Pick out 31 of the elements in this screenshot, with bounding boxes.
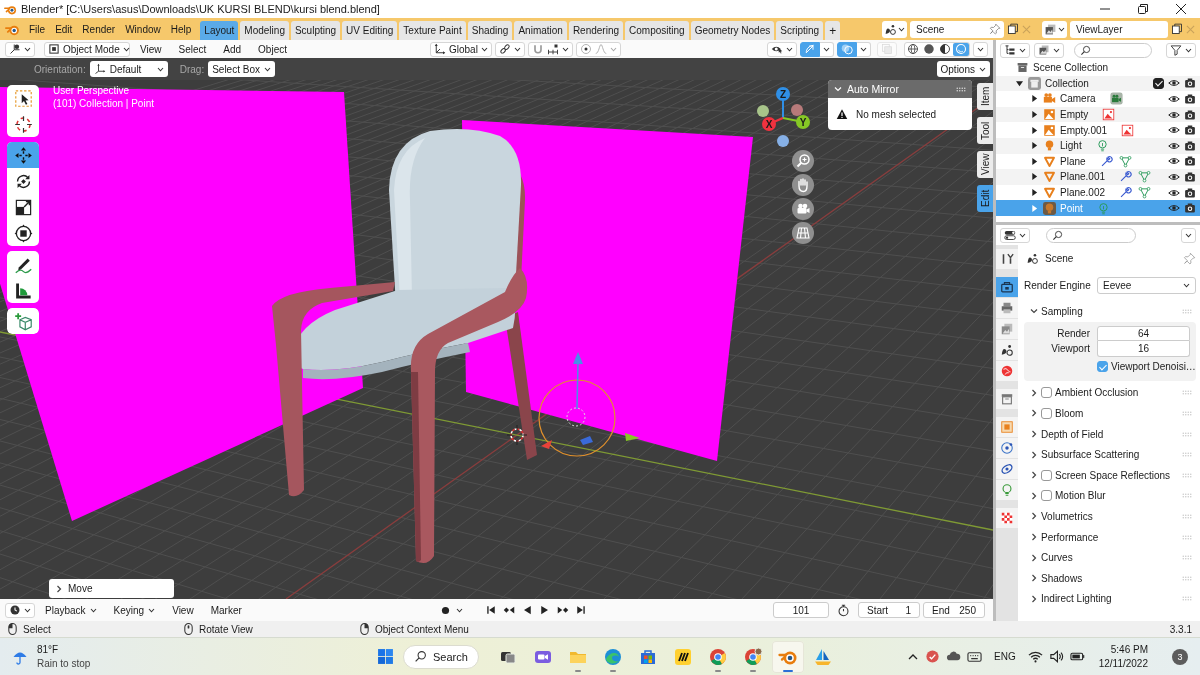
object-name: Plane.002	[1060, 187, 1106, 199]
panel-title: Auto Mirror	[847, 83, 900, 95]
object-name: Empty.001	[1060, 124, 1108, 136]
warning-message: No mesh selected	[856, 108, 937, 120]
window-title: Blender* [C:\Users\asus\Downloads\UK KURSI BLEND\kursi blend.blend]	[21, 3, 380, 15]
drag-label: Drag:	[179, 63, 205, 75]
field-label: Viewport	[1050, 343, 1090, 355]
weather-condition: Rain to stop	[37, 658, 91, 669]
context-label: Scene	[1045, 252, 1075, 264]
shortcut-hint: Select	[23, 623, 51, 635]
field-label: Render	[1056, 327, 1090, 339]
view-name: User Perspective	[53, 85, 131, 96]
checkbox-label: Viewport Denoisi…	[1111, 361, 1196, 373]
object-name: Camera	[1060, 93, 1096, 105]
object-name: Light	[1060, 140, 1082, 152]
object-name: Empty	[1060, 109, 1089, 121]
axis-label: X	[765, 118, 773, 130]
field-label: Render Engine	[1024, 279, 1090, 291]
orientation-label: Orientation:	[34, 63, 86, 75]
shortcut-hint: Object Context Menu	[375, 623, 469, 635]
axis-label: Y	[799, 116, 807, 128]
version-label: 3.3.1	[1169, 623, 1192, 635]
object-name: Point	[1060, 202, 1083, 214]
object-info: (101) Collection | Point	[53, 98, 154, 109]
temperature: 81°F	[37, 644, 60, 655]
collection-name: Scene Collection	[1033, 62, 1109, 74]
collection-name: Collection	[1045, 77, 1089, 89]
axis-label: Z	[779, 88, 787, 100]
shortcut-hint: Rotate View	[199, 623, 253, 635]
object-name: Plane.001	[1060, 171, 1106, 183]
object-name: Plane	[1060, 155, 1086, 167]
